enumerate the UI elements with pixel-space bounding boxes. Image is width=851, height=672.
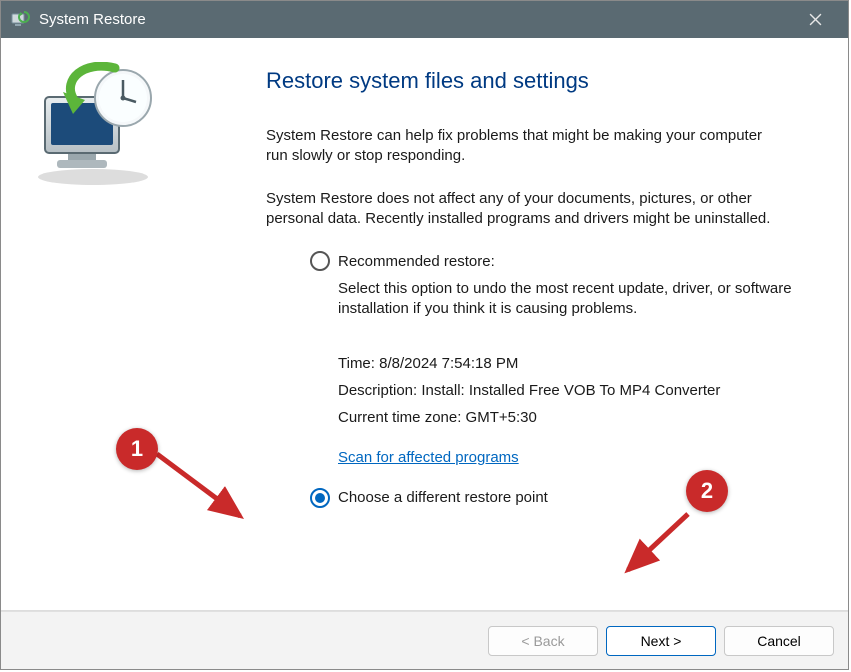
recommended-description: Select this option to undo the most rece… [338,279,798,320]
scan-affected-programs-link[interactable]: Scan for affected programs [338,449,519,466]
radio-choose-different[interactable] [310,488,330,508]
wizard-content: Restore system files and settings System… [196,38,848,610]
annotation-badge-2: 2 [686,470,728,512]
restore-point-details: Time: 8/8/2024 7:54:18 PM Description: I… [338,350,808,431]
wizard-footer: < Back Next > Cancel [1,611,848,669]
annotation-arrow-2 [616,508,706,588]
next-button[interactable]: Next > [606,626,716,656]
titlebar: System Restore [1,1,848,38]
recommended-label: Recommended restore: [338,253,495,270]
window-title: System Restore [39,11,146,28]
radio-recommended[interactable] [310,251,330,271]
detail-description: Description: Install: Installed Free VOB… [338,377,808,404]
detail-time: Time: 8/8/2024 7:54:18 PM [338,350,808,377]
recommended-restore-option[interactable]: Recommended restore: [310,251,808,271]
close-button[interactable] [792,1,838,38]
system-restore-window: System Restore [0,0,849,670]
intro-paragraph-2: System Restore does not affect any of yo… [266,189,786,230]
annotation-badge-1: 1 [116,428,158,470]
choose-different-option[interactable]: Choose a different restore point [310,488,808,508]
system-restore-icon [9,9,31,31]
cancel-button[interactable]: Cancel [724,626,834,656]
intro-paragraph-1: System Restore can help fix problems tha… [266,126,786,167]
dialog-body: Restore system files and settings System… [1,38,848,611]
restore-hero-icon [23,62,173,192]
choose-different-label: Choose a different restore point [338,489,548,506]
annotation-arrow-1 [152,446,262,536]
page-heading: Restore system files and settings [266,68,808,94]
back-button: < Back [488,626,598,656]
detail-timezone: Current time zone: GMT+5:30 [338,404,808,431]
